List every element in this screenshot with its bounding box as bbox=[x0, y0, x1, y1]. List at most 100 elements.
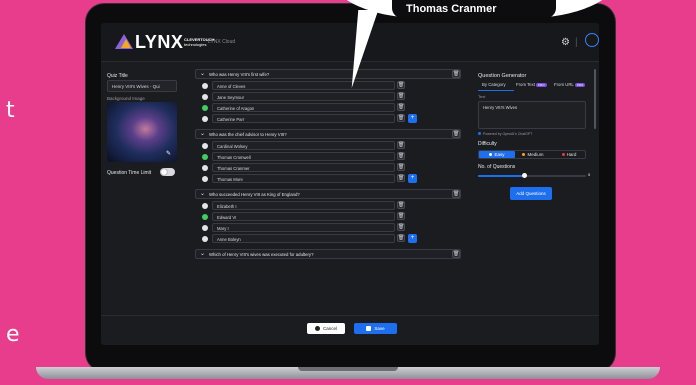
difficulty-selector: Easy Medium Hard bbox=[478, 150, 586, 159]
text-label: Text bbox=[478, 94, 486, 99]
delete-answer-icon[interactable]: 🗑 bbox=[397, 81, 405, 89]
background-letter-e: e bbox=[6, 322, 20, 347]
answer-input[interactable]: Thomas Cranmer bbox=[212, 163, 395, 172]
answer-input[interactable]: Anne Boleyn bbox=[212, 234, 395, 243]
answer-radio[interactable] bbox=[202, 143, 208, 149]
answer-input[interactable]: Mary I bbox=[212, 223, 395, 232]
scrollbar[interactable] bbox=[594, 69, 596, 129]
answer-row: Mary I 🗑 bbox=[195, 223, 461, 233]
lynx-logo-accent bbox=[121, 39, 131, 48]
footer-divider bbox=[101, 315, 599, 316]
chevron-down-icon[interactable]: ⌄ bbox=[200, 130, 205, 137]
delete-answer-icon[interactable]: 🗑 bbox=[397, 223, 405, 231]
cancel-button[interactable]: Cancel bbox=[307, 323, 345, 334]
answer-row: Catherine Parr 🗑 + bbox=[195, 114, 461, 124]
difficulty-medium[interactable]: Medium bbox=[515, 151, 551, 158]
user-icon[interactable] bbox=[585, 33, 599, 47]
answer-input[interactable]: Jane Seymour bbox=[212, 92, 395, 101]
toggle-knob bbox=[161, 169, 167, 175]
question-header[interactable]: ⌄ Who was Henry VIII's first wife? 🗑 bbox=[195, 69, 461, 79]
pro-badge: PRO bbox=[536, 83, 547, 87]
delete-answer-icon[interactable]: 🗑 bbox=[397, 234, 405, 242]
add-answer-button[interactable]: + bbox=[408, 234, 417, 243]
delete-question-icon[interactable]: 🗑 bbox=[452, 130, 460, 138]
answer-radio[interactable] bbox=[202, 225, 208, 231]
delete-answer-icon[interactable]: 🗑 bbox=[397, 212, 405, 220]
answer-input[interactable]: Elizabeth I bbox=[212, 201, 395, 210]
question-header[interactable]: ⌄ Which of Henry VIII's wives was execute… bbox=[195, 249, 461, 259]
question-text: Who was Henry VIII's first wife? bbox=[209, 72, 270, 77]
add-questions-button[interactable]: Add Questions bbox=[510, 187, 552, 200]
delete-answer-icon[interactable]: 🗑 bbox=[397, 92, 405, 100]
correct-answer-radio[interactable] bbox=[202, 154, 208, 160]
answer-radio[interactable] bbox=[202, 165, 208, 171]
difficulty-label: Difficulty bbox=[478, 141, 497, 147]
correct-answer-radio[interactable] bbox=[202, 105, 208, 111]
answer-radio[interactable] bbox=[202, 236, 208, 242]
delete-question-icon[interactable]: 🗑 bbox=[452, 70, 460, 78]
powered-by-text: Powered by OpenAI's ChatGPT bbox=[483, 132, 533, 136]
question-header[interactable]: ⌄ Who succeeded Henry VIII as King of Eng… bbox=[195, 189, 461, 199]
add-answer-button[interactable]: + bbox=[408, 114, 417, 123]
answer-row: Elizabeth I 🗑 bbox=[195, 201, 461, 211]
tooltip-text: Thomas Cranmer bbox=[406, 3, 497, 15]
save-label: Save bbox=[374, 326, 385, 331]
delete-answer-icon[interactable]: 🗑 bbox=[397, 152, 405, 160]
answer-input[interactable]: Thomas Cromwell bbox=[212, 152, 395, 161]
delete-answer-icon[interactable]: 🗑 bbox=[397, 114, 405, 122]
answer-row: Thomas More 🗑 + bbox=[195, 174, 461, 184]
add-answer-button[interactable]: + bbox=[408, 174, 417, 183]
question-text: Which of Henry VIII's wives was executed… bbox=[209, 252, 314, 257]
chevron-down-icon[interactable]: ⌄ bbox=[200, 250, 205, 257]
chevron-down-icon[interactable]: ⌄ bbox=[200, 190, 205, 197]
answer-row: Thomas Cranmer 🗑 bbox=[195, 163, 461, 173]
background-letter-t: t bbox=[6, 98, 15, 123]
laptop-notch bbox=[298, 367, 398, 371]
slider-fill bbox=[478, 175, 523, 177]
answer-row: Anne of Cleves 🗑 bbox=[195, 81, 461, 91]
generator-text-input[interactable]: Henry VIII's Wives bbox=[478, 101, 586, 129]
slider-handle[interactable] bbox=[522, 173, 527, 178]
delete-answer-icon[interactable]: 🗑 bbox=[397, 174, 405, 182]
delete-answer-icon[interactable]: 🗑 bbox=[397, 103, 405, 111]
answer-input[interactable]: Anne of Cleves bbox=[212, 81, 395, 90]
delete-answer-icon[interactable]: 🗑 bbox=[397, 201, 405, 209]
difficulty-easy[interactable]: Easy bbox=[479, 151, 515, 158]
quiz-title-input[interactable]: Henry VIII's Wives - Qui bbox=[107, 80, 177, 92]
answer-radio[interactable] bbox=[202, 203, 208, 209]
answer-radio[interactable] bbox=[202, 94, 208, 100]
correct-answer-radio[interactable] bbox=[202, 214, 208, 220]
question-text: Who succeeded Henry VIII as King of Engl… bbox=[209, 192, 300, 197]
gear-icon[interactable]: ⚙ bbox=[561, 37, 570, 48]
delete-answer-icon[interactable]: 🗑 bbox=[397, 163, 405, 171]
difficulty-hard[interactable]: Hard bbox=[551, 151, 587, 158]
answer-input[interactable]: Catherine Parr bbox=[212, 114, 395, 123]
answer-radio[interactable] bbox=[202, 83, 208, 89]
answer-radio[interactable] bbox=[202, 176, 208, 182]
tab-by-category[interactable]: By Category bbox=[482, 82, 506, 87]
answer-input[interactable]: Edward VI bbox=[212, 212, 395, 221]
answer-input[interactable]: Thomas More bbox=[212, 174, 395, 183]
num-questions-label: No. of Questions bbox=[478, 164, 516, 170]
delete-question-icon[interactable]: 🗑 bbox=[452, 190, 460, 198]
answer-input[interactable]: Cardinal Wolsey bbox=[212, 141, 395, 150]
answer-row: Jane Seymour 🗑 bbox=[195, 92, 461, 102]
delete-answer-icon[interactable]: 🗑 bbox=[397, 141, 405, 149]
active-tab-underline bbox=[478, 90, 514, 91]
delete-question-icon[interactable]: 🗑 bbox=[452, 250, 460, 258]
answer-row: Thomas Cromwell 🗑 bbox=[195, 152, 461, 162]
tab-from-url[interactable]: From URL PRO bbox=[554, 82, 586, 87]
answer-row: Edward VI 🗑 bbox=[195, 212, 461, 222]
chevron-down-icon[interactable]: ⌄ bbox=[200, 70, 205, 77]
save-button[interactable]: Save bbox=[354, 323, 397, 334]
question-generator-title: Question Generator bbox=[478, 73, 527, 79]
tab-from-text[interactable]: From Text PRO bbox=[516, 82, 547, 87]
cancel-label: Cancel bbox=[322, 326, 337, 331]
question-header[interactable]: ⌄ Who was the chief advisor to Henry VIII… bbox=[195, 129, 461, 139]
hard-dot-icon bbox=[561, 153, 565, 157]
pro-badge: PRO bbox=[574, 83, 586, 87]
edit-pencil-icon[interactable]: ✎ bbox=[166, 150, 171, 157]
easy-dot-icon bbox=[489, 153, 493, 157]
answer-input[interactable]: Catherine of Aragon bbox=[212, 103, 395, 112]
answer-radio[interactable] bbox=[202, 116, 208, 122]
